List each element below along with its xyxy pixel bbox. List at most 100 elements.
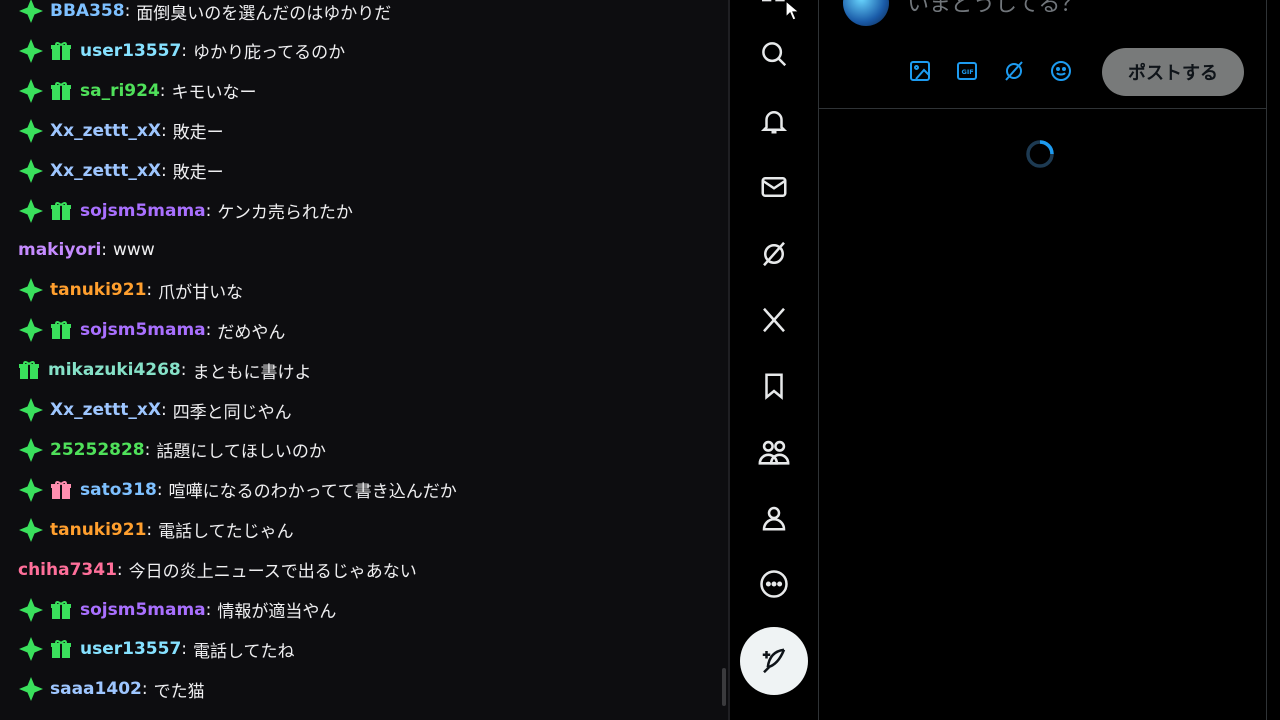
chat-text: ケンカ売られたか [217,203,353,223]
grok-icon[interactable] [744,224,804,284]
chat-username[interactable]: chiha7341 [18,560,117,580]
chat-message: user13557: 電話してたね [18,629,718,669]
chat-text: だめやん [217,322,286,343]
verified-badge-icon [18,517,44,543]
x-logo-icon[interactable] [744,290,804,350]
gift-badge-icon [50,599,72,621]
chat-username[interactable]: makiyori [18,240,101,260]
gift-badge-icon [18,359,40,381]
gift-badge-icon [50,479,72,501]
chat-separator: : [180,360,187,381]
chat-username[interactable]: sojsm5mama [80,600,206,620]
chat-separator: : [146,519,153,540]
composer-divider [819,108,1266,109]
gif-icon[interactable]: GIF [952,56,982,86]
chat-scrollbar[interactable] [722,668,726,706]
chat-text: でた猫 [153,681,205,702]
messages-icon[interactable] [744,157,804,217]
verified-badge-icon [18,277,44,303]
loading-spinner-icon [1026,140,1054,168]
search-icon[interactable] [744,24,804,84]
gift-badge-icon [50,200,72,222]
chat-message: sato318: 喧嘩になるのわかってて書き込んだか [18,470,718,510]
chat-message: saaa1402: でた猫 [18,669,718,709]
communities-icon[interactable] [744,422,804,482]
chat-message: mikazuki4268: まともに書けよ [18,350,718,390]
chat-message: tanuki921: 爪が甘いな [18,270,718,310]
chat-message: BBA358: 面倒臭いのを選んだのはゆかりだ [18,0,718,31]
verified-badge-icon [18,158,44,184]
chat-text: キモいなー [171,83,257,104]
chat-separator: : [116,559,123,580]
chat-username[interactable]: tanuki921 [50,520,146,540]
chat-username[interactable]: sa_ri924 [80,81,160,101]
gift-badge-icon [50,40,72,62]
chat-message: chiha7341: 今日の炎上ニュースで出るじゃあない [18,550,718,590]
verified-badge-icon [18,317,44,343]
gift-badge-icon [50,319,72,341]
chat-separator: : [144,439,151,460]
chat-separator: : [101,240,108,261]
chat-separator: : [205,200,212,221]
chat-username[interactable]: Xx_zettt_xX [50,121,161,141]
chat-separator: : [159,80,166,101]
chat-separator: : [156,479,163,500]
verified-badge-icon [18,78,44,104]
verified-badge-icon [18,437,44,463]
chat-message: sojsm5mama: だめやん [18,310,718,350]
bookmarks-icon[interactable] [744,356,804,416]
chat-username[interactable]: user13557 [80,639,181,659]
notifications-icon[interactable] [744,91,804,151]
verified-badge-icon [18,477,44,503]
chat-separator: : [124,1,131,21]
chat-text: 敗走ー [172,123,224,144]
chat-username[interactable]: sojsm5mama [80,320,206,340]
chat-username[interactable]: saaa1402 [50,679,142,699]
verified-badge-icon [18,0,44,24]
emoji-icon[interactable] [1046,56,1076,86]
verified-badge-icon [18,118,44,144]
chat-username[interactable]: Xx_zettt_xX [50,400,161,420]
chat-message: Xx_zettt_xX: 敗走ー [18,111,718,151]
chat-separator: : [160,120,167,141]
chat-username[interactable]: mikazuki4268 [48,360,181,380]
chat-message: sojsm5mama: 情報が適当やん [18,590,718,630]
chat-message: Xx_zettt_xX: 敗走ー [18,151,718,191]
chat-username[interactable]: Xx_zettt_xX [50,161,161,181]
chat-separator: : [141,679,148,700]
chat-text: ゆかり庇ってるのか [193,43,346,64]
chat-username[interactable]: sojsm5mama [80,201,206,221]
chat-username[interactable]: 25252828 [50,440,145,460]
grok-tool-icon[interactable] [999,56,1029,86]
chat-text: まともに書けよ [192,362,312,383]
chat-username[interactable]: user13557 [80,41,181,61]
chat-panel: BBA358: 面倒臭いのを選んだのはゆかりだ user13557: ゆかり庇ってるの… [0,0,728,720]
chat-text: 情報が適当やん [217,602,337,622]
x-sidebar-nav [730,0,819,720]
chat-username[interactable]: tanuki921 [50,280,146,300]
compose-post-button[interactable] [740,627,808,695]
gift-badge-icon [50,80,72,102]
chat-separator: : [205,599,212,620]
svg-text:GIF: GIF [962,68,974,76]
profile-icon[interactable] [744,488,804,548]
verified-badge-icon [18,597,44,623]
chat-text: 話題にしてほしいのか [156,442,326,463]
chat-username[interactable]: sato318 [80,480,157,500]
chat-separator: : [181,40,188,61]
x-main-column: いまどうしてる？ GIF ポストする [819,0,1267,720]
chat-username[interactable]: BBA358 [50,1,125,21]
chat-text: 敗走ー [172,163,224,184]
chat-text: 爪が甘いな [158,282,244,303]
post-button[interactable]: ポストする [1102,48,1244,96]
chat-separator: : [181,639,188,660]
chat-text: 喧嘩になるのわかってて書き込んだか [168,482,457,503]
more-icon[interactable] [744,554,804,614]
composer-input[interactable]: いまどうしてる？ [907,0,1082,18]
chat-text: 電話してたね [193,641,295,662]
chat-text: 面倒臭いのを選んだのはゆかりだ [136,3,392,24]
avatar[interactable] [843,0,889,26]
media-icon[interactable] [905,56,935,86]
verified-badge-icon [18,198,44,224]
chat-message: tanuki921: 電話してたじゃん [18,510,718,550]
